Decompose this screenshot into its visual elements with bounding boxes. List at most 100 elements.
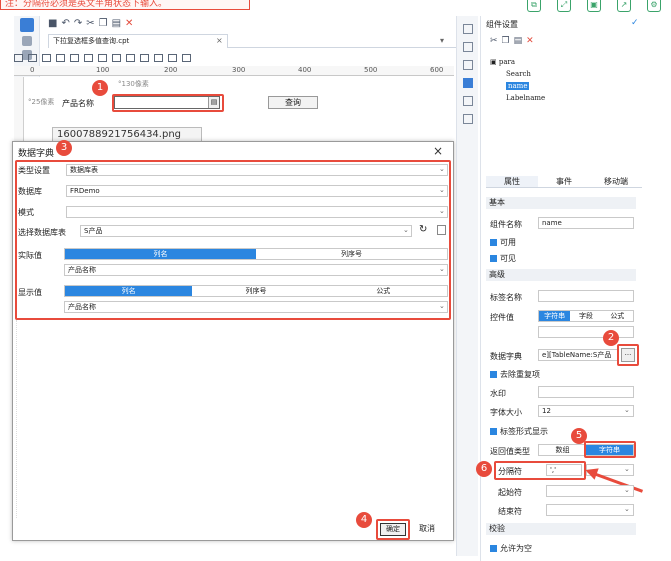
display-formula-option[interactable]: 公式 — [320, 286, 447, 296]
redo-icon[interactable]: ↷ — [74, 18, 82, 29]
visible-checkbox[interactable]: 可见 — [490, 253, 516, 264]
database-select[interactable]: FRDemo — [66, 185, 448, 197]
font-size-select[interactable]: 12 — [538, 405, 634, 417]
list-icon[interactable] — [463, 96, 473, 106]
chevron-down-icon[interactable]: ▾ — [440, 36, 444, 45]
chevron-down-icon[interactable]: ⌄ — [439, 165, 445, 173]
chevron-down-icon[interactable]: ⌄ — [439, 265, 445, 273]
control-field-option[interactable]: 字段 — [570, 311, 601, 321]
tag-name-input[interactable] — [538, 290, 634, 302]
link-icon[interactable] — [463, 114, 473, 124]
refresh-icon[interactable]: ↻ — [419, 224, 427, 235]
tree-root[interactable]: ▣ para — [490, 58, 515, 66]
actual-colname-option[interactable]: 列名 — [65, 249, 256, 259]
dataset-icon[interactable] — [22, 36, 32, 46]
actual-colindex-option[interactable]: 列序号 — [256, 249, 447, 259]
actual-value-select[interactable]: 产品名称 — [64, 264, 448, 276]
list-widget-icon[interactable] — [126, 54, 135, 62]
gear-icon[interactable]: ⚙ — [647, 0, 661, 12]
ok-button[interactable]: 确定 — [380, 523, 406, 536]
start-select[interactable] — [546, 485, 634, 497]
tab-mobile[interactable]: 移动端 — [590, 176, 642, 187]
cell-attr-icon[interactable] — [463, 24, 473, 34]
save-icon[interactable]: ▣ — [587, 0, 601, 12]
cut-icon[interactable]: ✂ — [490, 36, 498, 46]
export-icon[interactable]: ↗ — [617, 0, 631, 12]
close-icon[interactable]: × — [433, 144, 443, 158]
date-widget-icon[interactable] — [84, 54, 93, 62]
tab-attributes[interactable]: 属性 — [486, 176, 538, 187]
dedupe-checkbox[interactable]: 去除重复项 — [490, 369, 540, 380]
undo-icon[interactable]: ↶ — [61, 18, 69, 29]
chevron-down-icon[interactable]: ⌄ — [624, 406, 630, 414]
display-value-mode[interactable]: 列名 列序号 公式 — [64, 285, 448, 297]
enabled-checkbox[interactable]: 可用 — [490, 237, 516, 248]
chevron-down-icon[interactable]: ⌄ — [403, 226, 409, 234]
preview-icon[interactable] — [437, 225, 446, 235]
button-widget-icon[interactable] — [56, 54, 65, 62]
checkbox-widget-icon[interactable] — [98, 54, 107, 62]
check-icon[interactable]: ✓ — [631, 18, 639, 28]
return-array-option[interactable]: 数组 — [539, 445, 586, 455]
combo-widget-icon[interactable] — [70, 54, 79, 62]
layout-widget-icon[interactable] — [182, 54, 191, 62]
paste-icon[interactable]: ▤ — [514, 36, 523, 46]
cut-icon[interactable]: ✂ — [86, 18, 94, 29]
tree-item-search[interactable]: Search — [506, 70, 531, 78]
section-title: 校验 — [489, 524, 505, 533]
password-widget-icon[interactable] — [42, 54, 51, 62]
watermark-input[interactable] — [538, 386, 634, 398]
chevron-down-icon[interactable]: ⌄ — [624, 486, 630, 494]
copy-icon[interactable]: ⧉ — [527, 0, 541, 12]
section-advanced[interactable]: 高级 — [486, 269, 636, 281]
tree-widget-icon[interactable] — [140, 54, 149, 62]
control-value-mode[interactable]: 字符串 字段 公式 — [538, 310, 634, 322]
tree-item-name[interactable]: name — [506, 82, 530, 90]
delete-icon[interactable]: ✕ — [526, 36, 534, 46]
section-basic[interactable]: 基本 — [486, 197, 636, 209]
control-string-option[interactable]: 字符串 — [539, 311, 571, 321]
chevron-down-icon[interactable]: ⌄ — [624, 505, 630, 513]
display-colindex-option[interactable]: 列序号 — [192, 286, 319, 296]
delete-icon[interactable]: ✕ — [125, 18, 133, 29]
separator-input[interactable]: ',' — [546, 464, 582, 476]
radio-widget-icon[interactable] — [112, 54, 121, 62]
mode-select[interactable] — [66, 206, 448, 218]
end-select[interactable] — [546, 504, 634, 516]
section-validate[interactable]: 校验 — [486, 523, 636, 535]
paste-icon[interactable]: ▤ — [112, 18, 121, 29]
tree-item-labelname[interactable]: Labelname — [506, 94, 545, 102]
display-value-select[interactable]: 产品名称 — [64, 301, 448, 313]
close-icon[interactable]: × — [216, 36, 223, 45]
copy-icon[interactable]: ❐ — [502, 36, 510, 46]
save-icon[interactable]: ■ — [48, 18, 57, 29]
tab-events[interactable]: 事件 — [538, 176, 590, 187]
tab-template[interactable]: 下拉复选框多值查询.cpt — [48, 34, 228, 48]
format-icon[interactable] — [463, 42, 473, 52]
chevron-down-icon[interactable]: ⌄ — [439, 186, 445, 194]
display-colname-option[interactable]: 列名 — [65, 286, 193, 296]
allow-empty-checkbox[interactable]: 允许为空 — [490, 543, 532, 553]
table-select[interactable]: S产品 — [80, 225, 412, 237]
table-widget-icon[interactable] — [168, 54, 177, 62]
query-button[interactable]: 查询 — [268, 96, 318, 109]
control-formula-option[interactable]: 公式 — [602, 311, 633, 321]
copy-icon[interactable]: ❐ — [99, 18, 108, 29]
control-value-input[interactable] — [538, 326, 634, 338]
number-widget-icon[interactable] — [28, 54, 37, 62]
expand-icon[interactable]: ⤢ — [557, 0, 571, 12]
widget-name-input[interactable]: name — [538, 217, 634, 229]
tag-display-checkbox[interactable]: 标签形式显示 — [490, 426, 548, 437]
actual-value-mode[interactable]: 列名 列序号 — [64, 248, 448, 260]
widget-settings-icon[interactable] — [463, 78, 473, 88]
chevron-down-icon[interactable]: ⌄ — [439, 207, 445, 215]
chevron-down-icon[interactable]: ⌄ — [439, 302, 445, 310]
cancel-button[interactable]: 取消 — [414, 523, 440, 536]
label-widget-icon[interactable] — [154, 54, 163, 62]
condition-icon[interactable] — [463, 60, 473, 70]
type-select[interactable]: 数据库表 — [66, 164, 448, 176]
tag-name-label: 标签名称 — [490, 293, 522, 302]
text-widget-icon[interactable] — [14, 54, 23, 62]
chevron-down-icon[interactable]: ⌄ — [624, 465, 630, 473]
template-icon[interactable] — [20, 18, 34, 32]
